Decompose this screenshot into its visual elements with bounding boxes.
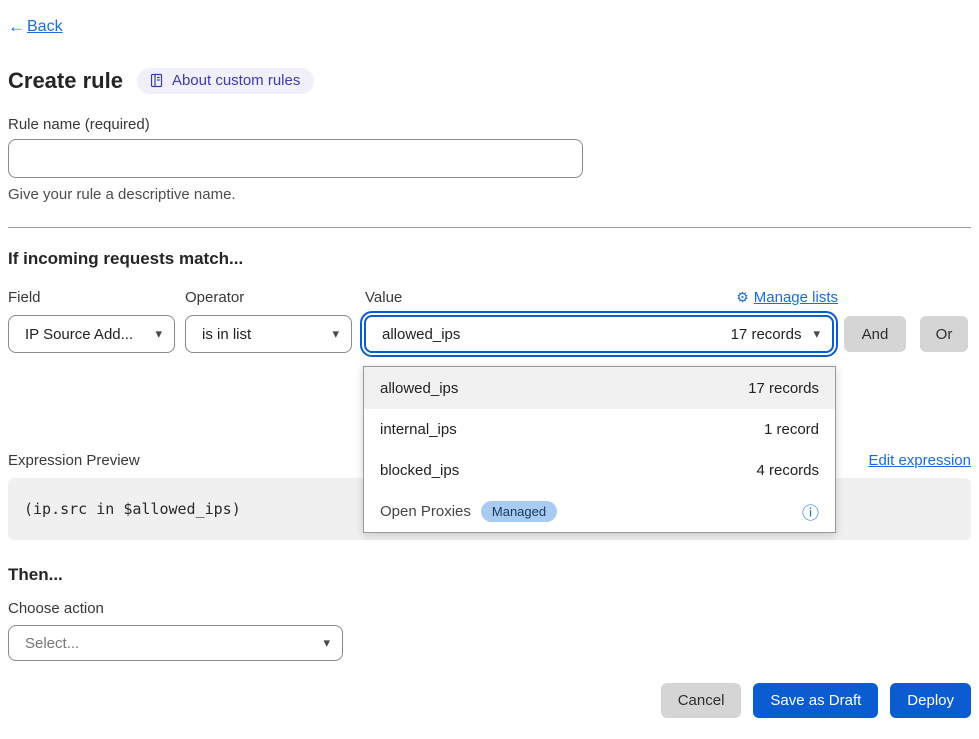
list-name: blocked_ips: [380, 462, 459, 479]
match-controls-row: IP Source Add... ▾ is in list ▾ allowed_…: [8, 315, 971, 353]
value-select[interactable]: allowed_ips 17 records ▾: [364, 315, 834, 353]
manage-lists-link[interactable]: ⚙ Manage lists: [736, 289, 838, 306]
back-row: ← Back: [8, 0, 971, 37]
match-heading: If incoming requests match...: [8, 249, 971, 269]
value-select-value: allowed_ips: [382, 326, 460, 343]
list-name: allowed_ips: [380, 380, 458, 397]
edit-expression-link[interactable]: Edit expression: [868, 452, 971, 469]
deploy-button[interactable]: Deploy: [890, 683, 971, 718]
operator-select-value: is in list: [202, 326, 251, 343]
then-heading: Then...: [8, 565, 971, 585]
list-item-allowed-ips[interactable]: allowed_ips 17 records: [364, 367, 835, 409]
chevron-down-icon: ▾: [813, 326, 820, 342]
list-record-count: 1 record: [764, 421, 819, 438]
gear-icon: ⚙: [736, 289, 749, 306]
list-name: internal_ips: [380, 421, 457, 438]
value-select-meta: 17 records: [731, 326, 802, 343]
list-name: Open Proxies: [380, 503, 471, 520]
page-title: Create rule: [8, 68, 123, 94]
save-as-draft-button[interactable]: Save as Draft: [753, 683, 878, 718]
title-row: Create rule About custom rules: [8, 68, 971, 94]
about-badge-label: About custom rules: [172, 72, 300, 89]
create-rule-page: ← Back Create rule About custom rules Ru…: [0, 0, 979, 739]
match-labels-row: Field Operator Value ⚙ Manage lists: [8, 289, 971, 306]
value-label: Value: [365, 289, 736, 306]
choose-action-label: Choose action: [8, 600, 971, 617]
expression-code: (ip.src in $allowed_ips): [24, 500, 241, 518]
list-record-count: 4 records: [756, 462, 819, 479]
expression-preview-label: Expression Preview: [8, 452, 140, 469]
info-icon[interactable]: ⓘ: [802, 499, 819, 524]
operator-select[interactable]: is in list ▾: [185, 315, 352, 353]
back-link-label: Back: [27, 18, 63, 36]
book-icon: [149, 73, 164, 88]
action-select[interactable]: Select... ▾: [8, 625, 343, 661]
action-select-placeholder: Select...: [25, 635, 79, 652]
operator-label: Operator: [185, 289, 365, 306]
section-divider: [8, 227, 971, 228]
value-dropdown-panel: allowed_ips 17 records internal_ips 1 re…: [363, 366, 836, 533]
list-item-open-proxies[interactable]: Open Proxies Managed ⓘ: [364, 491, 835, 532]
rule-name-input[interactable]: [8, 139, 583, 178]
rule-name-label: Rule name (required): [8, 116, 971, 133]
chevron-down-icon: ▾: [155, 326, 162, 342]
chevron-down-icon: ▾: [323, 635, 330, 651]
arrow-left-icon: ←: [8, 17, 25, 37]
or-button[interactable]: Or: [920, 316, 968, 352]
managed-badge: Managed: [481, 501, 557, 522]
manage-lists-label: Manage lists: [754, 289, 838, 306]
footer-actions: Cancel Save as Draft Deploy: [8, 683, 971, 718]
list-record-count: 17 records: [748, 380, 819, 397]
list-item-blocked-ips[interactable]: blocked_ips 4 records: [364, 450, 835, 491]
field-select[interactable]: IP Source Add... ▾: [8, 315, 175, 353]
field-select-value: IP Source Add...: [25, 326, 133, 343]
rule-name-helper: Give your rule a descriptive name.: [8, 186, 971, 203]
about-custom-rules-link[interactable]: About custom rules: [137, 68, 314, 94]
field-label: Field: [8, 289, 185, 306]
cancel-button[interactable]: Cancel: [661, 683, 742, 718]
and-button[interactable]: And: [844, 316, 906, 352]
back-link[interactable]: ← Back: [8, 17, 63, 37]
chevron-down-icon: ▾: [332, 326, 339, 342]
list-item-internal-ips[interactable]: internal_ips 1 record: [364, 409, 835, 450]
